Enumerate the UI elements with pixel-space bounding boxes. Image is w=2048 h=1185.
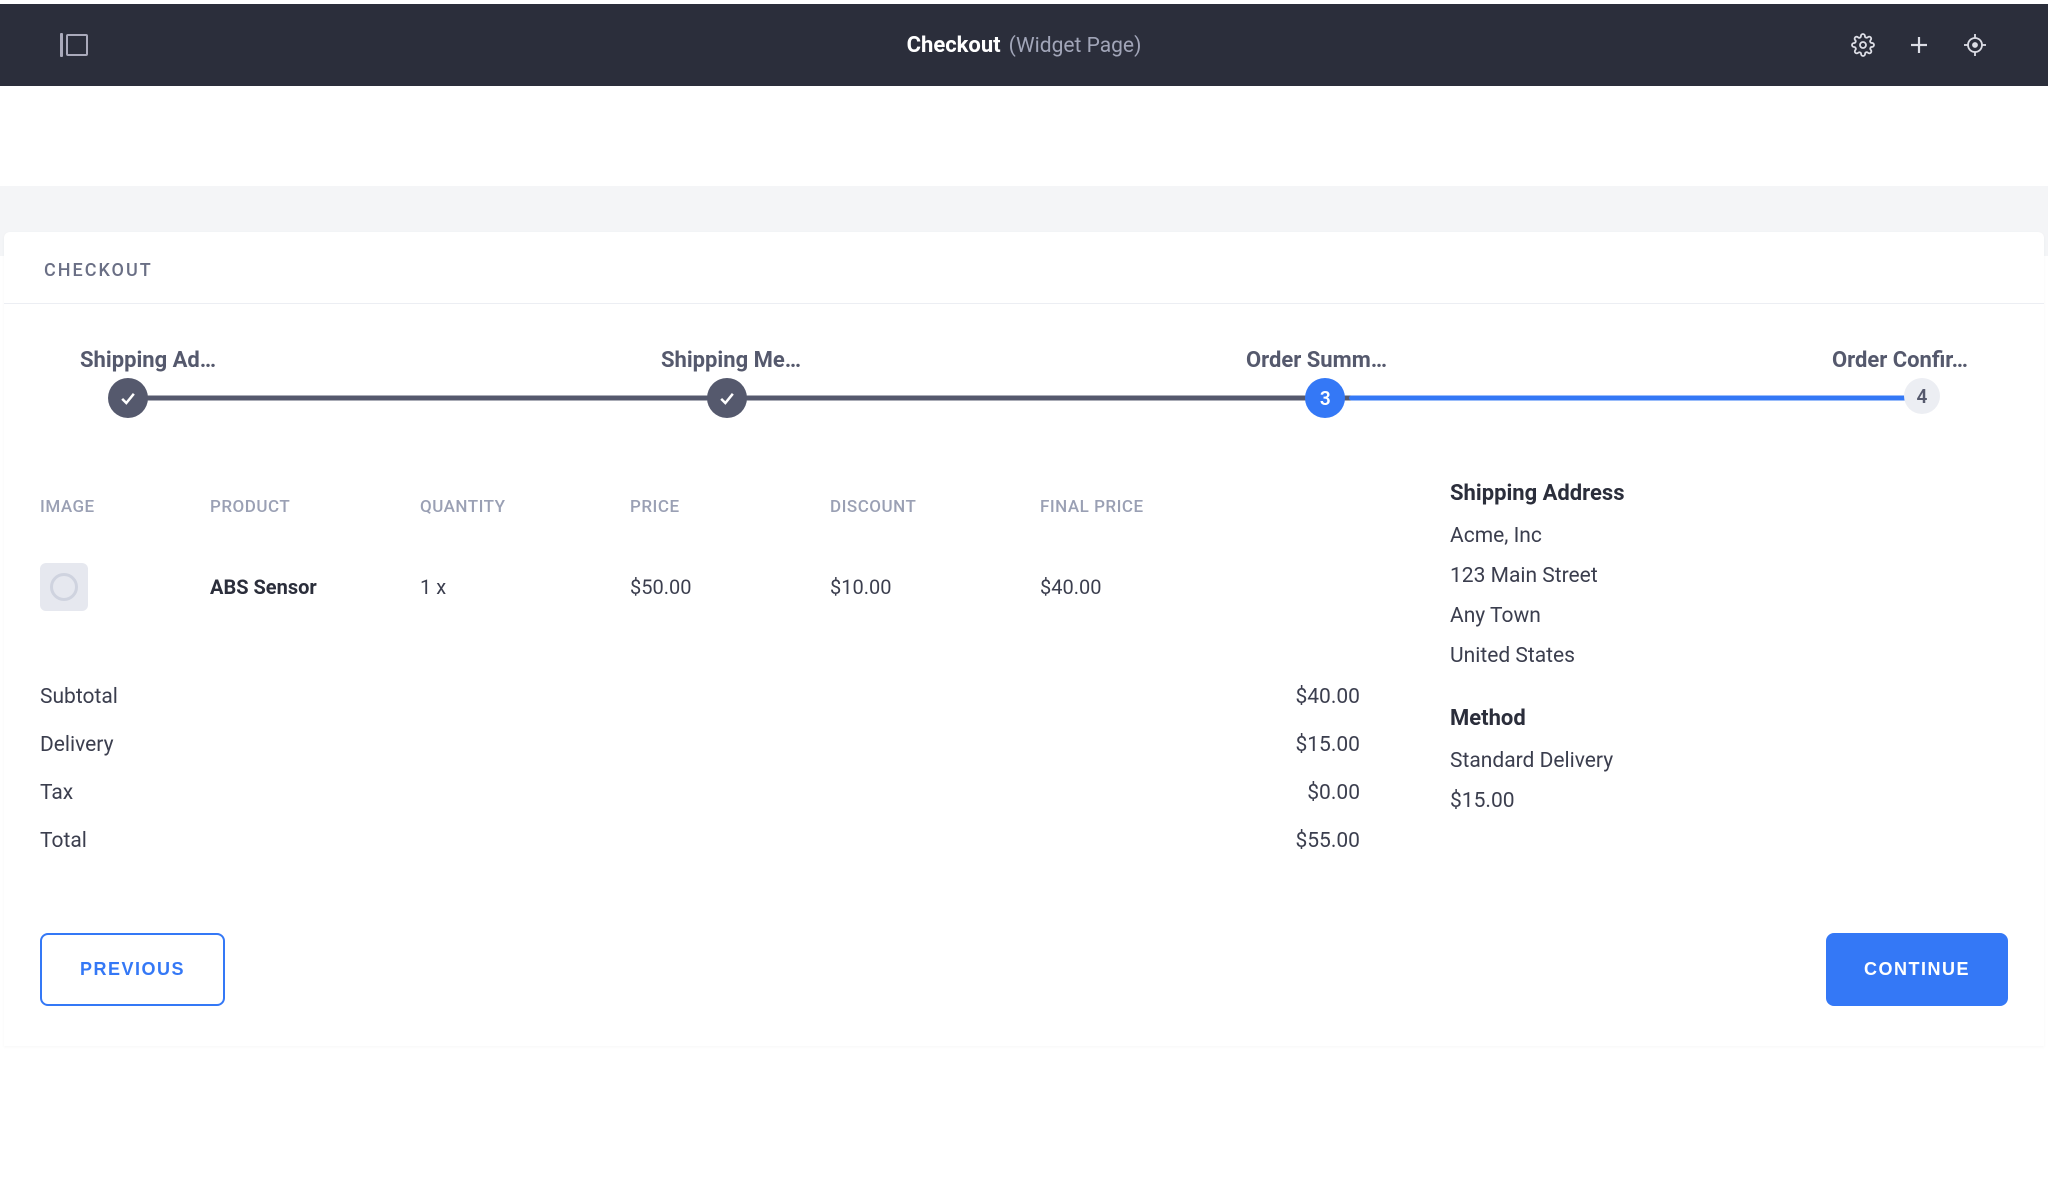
top-bar: Checkout (Widget Page)	[0, 4, 2048, 86]
tax-label: Tax	[40, 781, 73, 805]
tax-value: $0.00	[1307, 781, 1360, 805]
delivery-label: Delivery	[40, 733, 114, 757]
subtotal-value: $40.00	[1295, 685, 1360, 709]
totals: Subtotal $40.00 Delivery $15.00 Tax $0.0…	[40, 673, 1360, 865]
step-dot-1[interactable]	[108, 378, 148, 418]
cell-quantity: 1 x	[420, 553, 630, 643]
cell-discount: $10.00	[830, 553, 1040, 643]
row-delivery: Delivery $15.00	[40, 721, 1360, 769]
row-total: Total $55.00	[40, 817, 1360, 865]
card-header: CHECKOUT	[4, 232, 2044, 304]
shipping-address-title: Shipping Address	[1450, 481, 1890, 506]
th-final-price: FINAL PRICE	[1040, 481, 1360, 553]
continue-button[interactable]: CONTINUE	[1826, 933, 2008, 1006]
step-label-3: Order Summ…	[1246, 348, 1387, 373]
order-items-table: IMAGE PRODUCT QUANTITY PRICE DISCOUNT FI…	[40, 481, 1360, 643]
previous-button[interactable]: PREVIOUS	[40, 933, 225, 1006]
subtotal-label: Subtotal	[40, 685, 118, 709]
th-image: IMAGE	[40, 481, 210, 553]
cell-price: $50.00	[630, 553, 830, 643]
sidebar-toggle-icon[interactable]	[60, 33, 88, 57]
target-icon[interactable]	[1962, 32, 1988, 58]
row-subtotal: Subtotal $40.00	[40, 673, 1360, 721]
add-icon[interactable]	[1906, 32, 1932, 58]
check-icon	[717, 388, 737, 408]
row-tax: Tax $0.00	[40, 769, 1360, 817]
method-name: Standard Delivery	[1450, 749, 1890, 773]
th-quantity: QUANTITY	[420, 481, 630, 553]
check-icon	[118, 388, 138, 408]
table-row: ABS Sensor 1 x $50.00 $10.00 $40.00	[40, 553, 1360, 643]
address-line: 123 Main Street	[1450, 564, 1890, 588]
checkout-card: CHECKOUT Shipping Ad… Shipping Me… Order…	[4, 232, 2044, 1046]
cell-final-price: $40.00	[1040, 553, 1360, 643]
method-price: $15.00	[1450, 789, 1890, 813]
method-title: Method	[1450, 706, 1890, 731]
step-label-2: Shipping Me…	[661, 348, 801, 373]
page-title-sub: (Widget Page)	[1009, 34, 1142, 58]
page-title-main: Checkout	[907, 33, 1001, 58]
th-price: PRICE	[630, 481, 830, 553]
total-value: $55.00	[1295, 829, 1360, 853]
cell-product: ABS Sensor	[210, 553, 420, 643]
address-line: Any Town	[1450, 604, 1890, 628]
th-product: PRODUCT	[210, 481, 420, 553]
stepper: Shipping Ad… Shipping Me… Order Summ… Or…	[40, 348, 2008, 401]
page-title: Checkout (Widget Page)	[907, 33, 1142, 58]
total-label: Total	[40, 829, 87, 853]
address-line: Acme, Inc	[1450, 524, 1890, 548]
delivery-value: $15.00	[1295, 733, 1360, 757]
settings-icon[interactable]	[1850, 32, 1876, 58]
step-dot-4[interactable]: 4	[1904, 378, 1940, 414]
step-label-4: Order Confir…	[1832, 348, 1968, 373]
method-section: Method Standard Delivery $15.00	[1450, 706, 1890, 813]
shipping-address-section: Shipping Address Acme, Inc 123 Main Stre…	[1450, 481, 1890, 668]
step-label-1: Shipping Ad…	[80, 348, 216, 373]
address-line: United States	[1450, 644, 1890, 668]
product-image-icon	[40, 563, 88, 611]
step-dot-2[interactable]	[707, 378, 747, 418]
step-dot-3[interactable]: 3	[1305, 378, 1345, 418]
th-discount: DISCOUNT	[830, 481, 1040, 553]
